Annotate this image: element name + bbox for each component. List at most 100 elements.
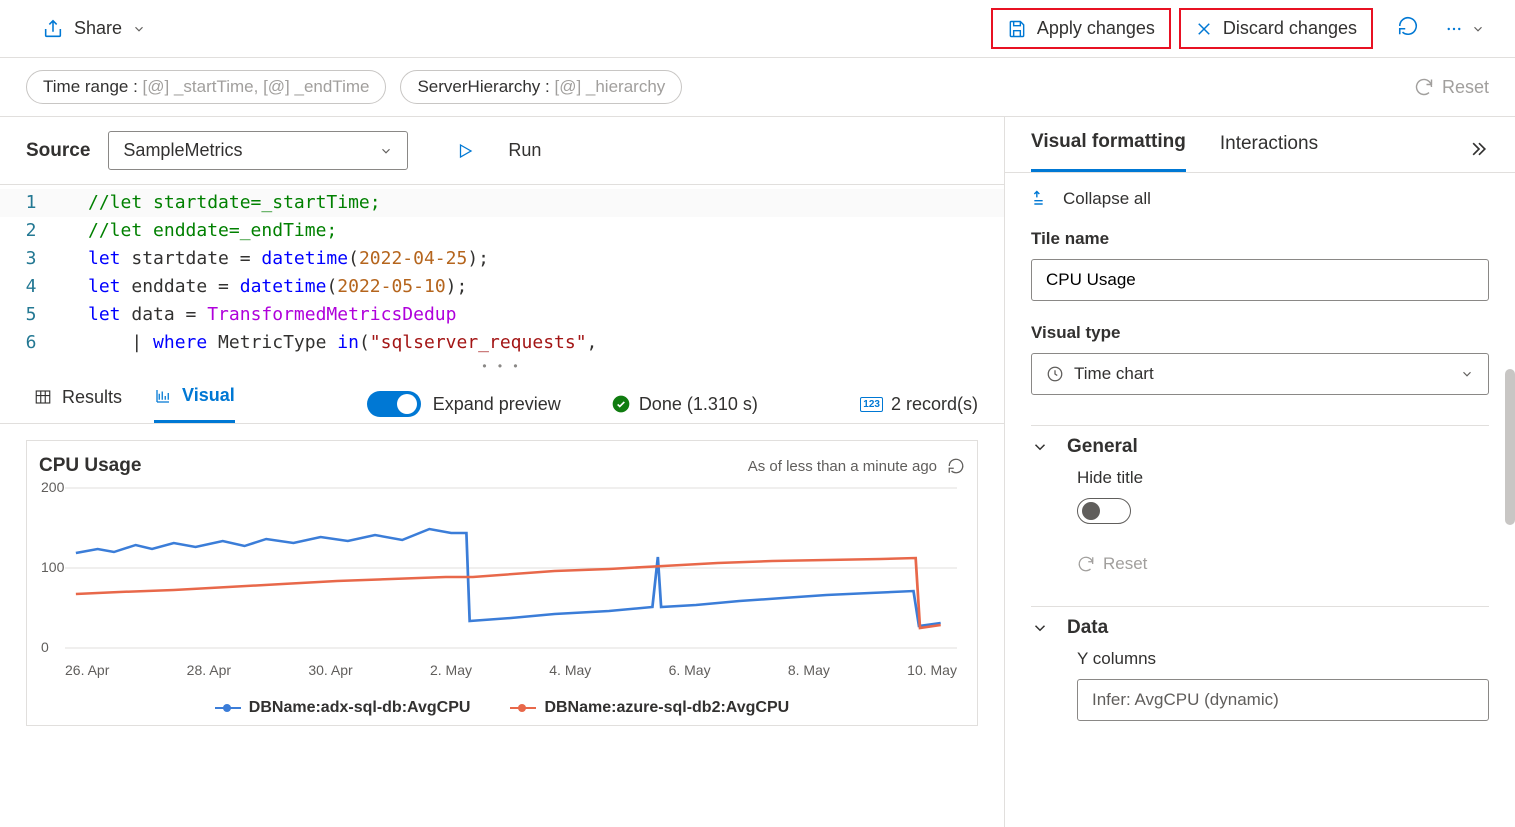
server-label: ServerHierarchy :: [417, 77, 549, 96]
hide-title-label: Hide title: [1077, 468, 1489, 488]
x-tick: 28. Apr: [187, 662, 231, 678]
code-editor[interactable]: 1//let startdate=_startTime; 2//let endd…: [0, 184, 1004, 357]
chevron-down-icon: [1471, 22, 1485, 36]
reset-icon: [1414, 77, 1434, 97]
share-label: Share: [74, 18, 122, 39]
code-line[interactable]: 4let enddate = datetime(2022-05-10);: [0, 273, 1004, 301]
chart-legend: DBName:adx-sql-db:AvgCPU DBName:azure-sq…: [39, 699, 965, 717]
source-label: Source: [26, 140, 90, 162]
hide-title-toggle[interactable]: [1077, 498, 1131, 524]
close-icon: [1195, 20, 1213, 38]
legend-marker-icon: [510, 707, 536, 710]
clock-icon: [1046, 365, 1064, 383]
reset-section-button[interactable]: Reset: [1077, 554, 1489, 574]
table-icon: [34, 388, 52, 406]
x-tick: 10. May: [907, 662, 957, 678]
y-tick: 0: [41, 639, 49, 655]
chart-timestamp: As of less than a minute ago: [748, 457, 965, 475]
collapse-all-button[interactable]: Collapse all: [1031, 189, 1489, 209]
y-tick: 100: [41, 559, 64, 575]
apply-changes-button[interactable]: Apply changes: [991, 8, 1171, 49]
chevron-down-icon: [132, 22, 146, 36]
code-line[interactable]: 3let startdate = datetime(2022-04-25);: [0, 245, 1004, 273]
tile-name-label: Tile name: [1031, 229, 1489, 249]
run-button[interactable]: Run: [456, 140, 541, 161]
tab-visual-formatting[interactable]: Visual formatting: [1031, 131, 1186, 172]
chevron-down-icon: [1031, 619, 1049, 637]
time-range-filter[interactable]: Time range : [@] _startTime, [@] _endTim…: [26, 70, 386, 104]
visual-type-label: Visual type: [1031, 323, 1489, 343]
record-count: 123 2 record(s): [860, 394, 978, 415]
collapse-icon: [1031, 189, 1051, 209]
expand-preview-toggle[interactable]: [367, 391, 421, 417]
x-axis: 26. Apr 28. Apr 30. Apr 2. May 4. May 6.…: [65, 658, 957, 678]
server-hierarchy-filter[interactable]: ServerHierarchy : [@] _hierarchy: [400, 70, 682, 104]
chevron-down-icon: [1031, 438, 1049, 456]
save-icon: [1007, 19, 1027, 39]
ellipsis-icon: [1443, 20, 1465, 38]
code-line[interactable]: 1//let startdate=_startTime;: [0, 189, 1004, 217]
chart-title: CPU Usage: [39, 455, 141, 477]
chart-area: 200 100 0 26. Apr 28. Apr 30. Apr 2. May: [65, 483, 957, 683]
chart-icon: [154, 387, 172, 405]
source-selected: SampleMetrics: [123, 140, 242, 161]
left-pane: Source SampleMetrics Run 1//let startdat…: [0, 117, 1005, 827]
share-icon: [42, 18, 64, 40]
section-data[interactable]: Data: [1031, 606, 1489, 649]
ycolumns-label: Y columns: [1077, 649, 1489, 669]
result-tabs: Results Visual Expand preview Done (1.31…: [0, 375, 1004, 424]
play-icon: [456, 142, 474, 160]
legend-item[interactable]: DBName:azure-sql-db2:AvgCPU: [510, 699, 789, 717]
x-tick: 6. May: [669, 662, 711, 678]
chevron-down-icon: [1460, 367, 1474, 381]
chart-panel: CPU Usage As of less than a minute ago 2…: [26, 440, 978, 726]
refresh-button[interactable]: [1397, 15, 1419, 42]
expand-preview-label: Expand preview: [433, 394, 561, 415]
x-tick: 8. May: [788, 662, 830, 678]
run-label: Run: [508, 140, 541, 161]
source-select[interactable]: SampleMetrics: [108, 131, 408, 170]
x-tick: 2. May: [430, 662, 472, 678]
x-tick: 4. May: [549, 662, 591, 678]
tab-interactions[interactable]: Interactions: [1220, 133, 1318, 171]
reset-label: Reset: [1442, 77, 1489, 98]
tab-results[interactable]: Results: [34, 387, 122, 422]
tab-visual[interactable]: Visual: [154, 385, 235, 423]
legend-marker-icon: [215, 707, 241, 710]
discard-label: Discard changes: [1223, 18, 1357, 39]
reset-filters-button[interactable]: Reset: [1414, 77, 1489, 98]
time-range-label: Time range :: [43, 77, 138, 96]
tile-name-input[interactable]: [1031, 259, 1489, 301]
server-value: [@] _hierarchy: [554, 77, 665, 96]
expand-pane-button[interactable]: [1469, 139, 1489, 164]
check-circle-icon: [611, 394, 631, 414]
status-done: Done (1.310 s): [611, 394, 758, 415]
y-tick: 200: [41, 479, 64, 495]
code-line[interactable]: 6 | where MetricType in("sqlserver_reque…: [0, 329, 1004, 357]
filter-bar: Time range : [@] _startTime, [@] _endTim…: [0, 58, 1515, 117]
top-toolbar: Share Apply changes Discard changes: [0, 0, 1515, 58]
legend-item[interactable]: DBName:adx-sql-db:AvgCPU: [215, 699, 471, 717]
resize-handle[interactable]: • • •: [0, 357, 1004, 375]
visual-type-select[interactable]: Time chart: [1031, 353, 1489, 395]
format-tabs: Visual formatting Interactions: [1005, 117, 1515, 173]
x-tick: 30. Apr: [308, 662, 352, 678]
discard-changes-button[interactable]: Discard changes: [1179, 8, 1373, 49]
share-button[interactable]: Share: [42, 18, 146, 40]
x-tick: 26. Apr: [65, 662, 109, 678]
code-line[interactable]: 2//let enddate=_endTime;: [0, 217, 1004, 245]
scrollbar[interactable]: [1505, 369, 1515, 525]
section-general[interactable]: General: [1031, 425, 1489, 468]
reset-icon: [1077, 555, 1095, 573]
source-row: Source SampleMetrics Run: [0, 117, 1004, 184]
more-options-button[interactable]: [1443, 20, 1485, 38]
ycolumns-select[interactable]: Infer: AvgCPU (dynamic): [1077, 679, 1489, 721]
records-icon: 123: [860, 397, 883, 412]
code-line[interactable]: 5let data = TransformedMetricsDedup: [0, 301, 1004, 329]
chart-svg: [65, 483, 957, 653]
right-pane: Visual formatting Interactions Collapse …: [1005, 117, 1515, 827]
chevron-down-icon: [379, 144, 393, 158]
time-range-value: [@] _startTime, [@] _endTime: [143, 77, 370, 96]
refresh-icon[interactable]: [947, 457, 965, 475]
apply-label: Apply changes: [1037, 18, 1155, 39]
